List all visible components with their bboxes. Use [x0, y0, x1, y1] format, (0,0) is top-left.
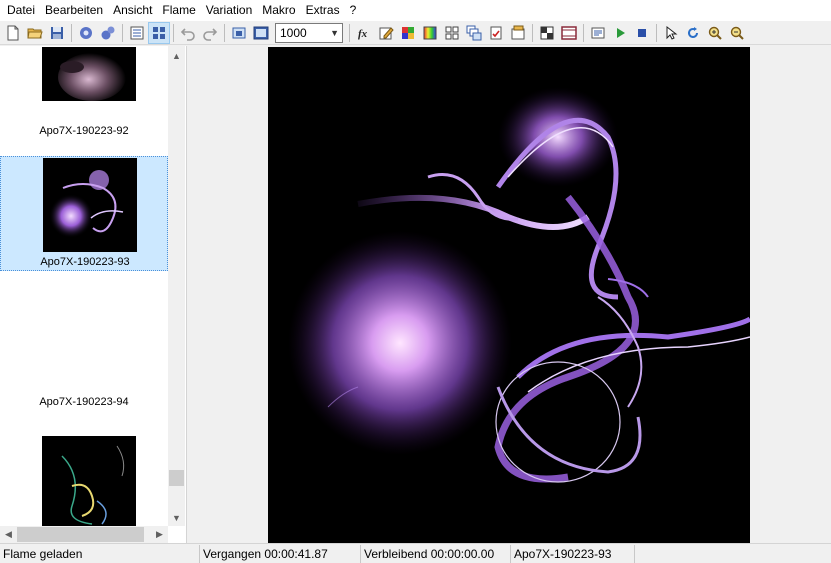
status-extra — [635, 545, 831, 563]
menu-makro[interactable]: Makro — [257, 0, 300, 21]
menu-bearbeiten[interactable]: Bearbeiten — [40, 0, 108, 21]
play-icon[interactable] — [609, 22, 631, 44]
list-view-icon[interactable] — [126, 22, 148, 44]
flame-thumbnail-list: Apo7X-190223-92 Apo7X-190223-93 Apo7X-19… — [0, 46, 187, 543]
zoom-combo[interactable]: 1000 ▼ — [275, 22, 343, 43]
flame-label: Apo7X-190223-93 — [40, 256, 130, 268]
chevron-down-icon: ▼ — [330, 27, 339, 38]
undo-icon[interactable] — [177, 22, 199, 44]
transparency-icon[interactable] — [536, 22, 558, 44]
rotate-icon[interactable] — [682, 22, 704, 44]
pointer-icon[interactable] — [660, 22, 682, 44]
fullscreen-icon[interactable] — [250, 22, 272, 44]
menu-extras[interactable]: Extras — [301, 0, 345, 21]
scrollbar-thumb[interactable] — [17, 527, 144, 542]
menu-ansicht[interactable]: Ansicht — [108, 0, 157, 21]
film-icon[interactable] — [558, 22, 580, 44]
toolbar-separator — [583, 23, 584, 42]
scroll-up-icon[interactable]: ▲ — [168, 48, 185, 64]
status-bar: Flame geladen Vergangen 00:00:41.87 Verb… — [0, 543, 831, 563]
status-message: Flame geladen — [0, 544, 200, 563]
apophysis-window: Datei Bearbeiten Ansicht Flame Variation… — [0, 0, 831, 563]
flame-thumbnail — [43, 158, 137, 252]
status-flame-name: Apo7X-190223-93 — [511, 544, 635, 563]
open-folder-icon[interactable] — [24, 22, 46, 44]
toolbar: 1000 ▼ fx — [0, 21, 831, 45]
toolbar-separator — [173, 23, 174, 42]
post-process-icon[interactable] — [507, 22, 529, 44]
list-item[interactable]: Apo7X-190223-93 — [0, 156, 168, 271]
gradient-icon[interactable] — [419, 22, 441, 44]
new-file-icon[interactable] — [2, 22, 24, 44]
render-gear-icon[interactable] — [75, 22, 97, 44]
adjust-icon[interactable] — [485, 22, 507, 44]
fx-editor-icon[interactable]: fx — [353, 22, 375, 44]
toolbar-separator — [224, 23, 225, 42]
flame-label: Apo7X-190223-92 — [39, 125, 129, 137]
toolbar-separator — [656, 23, 657, 42]
edit-icon[interactable] — [375, 22, 397, 44]
mutate-icon[interactable] — [441, 22, 463, 44]
scroll-left-icon[interactable]: ◀ — [0, 526, 17, 543]
status-elapsed: Vergangen 00:00:41.87 — [200, 544, 361, 563]
stop-icon[interactable] — [631, 22, 653, 44]
toolbar-separator — [349, 23, 350, 42]
preview-area — [188, 46, 831, 543]
icon-view-icon[interactable] — [148, 21, 170, 44]
color-grid-icon[interactable] — [397, 22, 419, 44]
script-icon[interactable] — [587, 22, 609, 44]
flame-label: Apo7X-190223-94 — [39, 396, 129, 408]
vertical-scrollbar[interactable]: ▲ ▼ — [168, 46, 185, 526]
flame-preview-image[interactable] — [268, 47, 750, 543]
flame-thumbnail — [42, 436, 136, 530]
batch-gear-icon[interactable] — [97, 22, 119, 44]
status-remaining: Verbleibend 00:00:00.00 — [361, 544, 511, 563]
zoom-value: 1000 — [280, 25, 307, 40]
small-window-icon[interactable] — [228, 22, 250, 44]
scrollbar-thumb[interactable] — [169, 470, 184, 486]
zoom-in-icon[interactable] — [704, 22, 726, 44]
flame-thumbnail — [42, 47, 136, 101]
redo-icon[interactable] — [199, 22, 221, 44]
menu-bar: Datei Bearbeiten Ansicht Flame Variation… — [0, 0, 831, 21]
list-item[interactable]: Apo7X-190223-92 — [0, 46, 168, 137]
toolbar-separator — [71, 23, 72, 42]
horizontal-scrollbar[interactable]: ◀ ▶ — [0, 526, 168, 543]
menu-help[interactable]: ? — [345, 0, 362, 21]
svg-text:fx: fx — [358, 28, 368, 40]
toolbar-separator — [532, 23, 533, 42]
list-item[interactable]: Apo7X-190223-94 — [0, 295, 168, 409]
layers-icon[interactable] — [463, 22, 485, 44]
scroll-down-icon[interactable]: ▼ — [168, 510, 185, 526]
zoom-out-icon[interactable] — [726, 22, 748, 44]
scroll-right-icon[interactable]: ▶ — [151, 526, 168, 543]
save-icon[interactable] — [46, 22, 68, 44]
toolbar-separator — [122, 23, 123, 42]
menu-flame[interactable]: Flame — [157, 0, 200, 21]
menu-datei[interactable]: Datei — [2, 0, 40, 21]
menu-variation[interactable]: Variation — [201, 0, 257, 21]
